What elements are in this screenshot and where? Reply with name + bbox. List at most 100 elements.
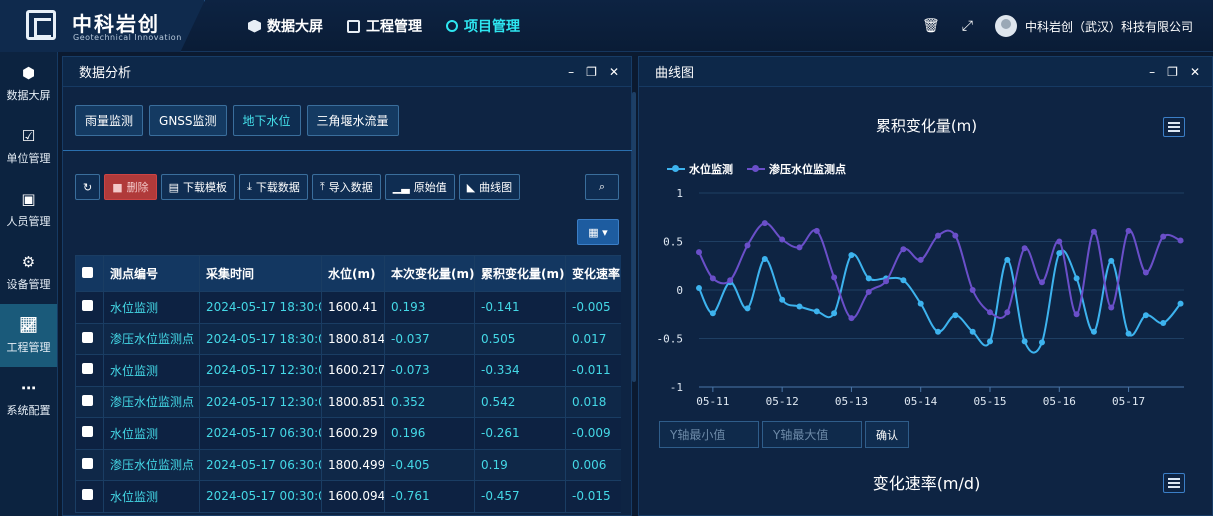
line-chart: 1 0.5 0 -0.5 -1 05-11 05-12 05-13 05-14 05-15 05-1… bbox=[657, 187, 1184, 408]
curve-chart-button[interactable]: ◣ 曲线图 bbox=[458, 174, 521, 200]
minimize-icon[interactable]: – bbox=[1149, 65, 1155, 79]
table-row[interactable]: 水位监测 2024-05-17 18:30:01 1600.41 0.193 -… bbox=[75, 291, 621, 324]
y-min-input[interactable]: Y轴最小值 bbox=[659, 421, 759, 448]
table-cell: 0.018 bbox=[565, 385, 621, 418]
column-toggle-button[interactable]: ▦ ▾ bbox=[577, 219, 619, 245]
hamburger-icon bbox=[1168, 478, 1180, 480]
column-header[interactable]: 测点编号 bbox=[103, 255, 200, 292]
data-point bbox=[1004, 309, 1011, 316]
row-checkbox[interactable] bbox=[75, 322, 104, 355]
sidebar-item-devices[interactable]: ⚙ 设备管理 bbox=[0, 241, 57, 304]
row-checkbox[interactable] bbox=[75, 480, 104, 513]
download-template-button[interactable]: ▤ 下载模板 bbox=[160, 174, 236, 200]
column-header[interactable]: 本次变化量(m) bbox=[384, 255, 475, 292]
row-checkbox[interactable] bbox=[75, 291, 104, 324]
table-cell: 水位监测 bbox=[103, 291, 200, 324]
table-cell: 0.006 bbox=[565, 448, 621, 481]
data-point bbox=[1142, 312, 1149, 319]
refresh-button[interactable]: ↻ bbox=[75, 174, 101, 200]
data-point bbox=[1073, 311, 1080, 318]
table-cell: 渗压水位监测点 bbox=[103, 385, 200, 418]
close-icon[interactable]: ✕ bbox=[1190, 65, 1200, 79]
row-checkbox[interactable] bbox=[75, 385, 104, 418]
table-cell: -0.015 bbox=[565, 480, 621, 513]
data-point bbox=[1038, 339, 1045, 346]
restore-icon[interactable]: ❐ bbox=[586, 65, 597, 79]
scrollbar[interactable] bbox=[632, 92, 636, 382]
data-point bbox=[813, 308, 820, 315]
data-point bbox=[1125, 330, 1132, 337]
data-point bbox=[831, 274, 838, 281]
table-cell: 0.352 bbox=[384, 385, 475, 418]
table-row[interactable]: 水位监测 2024-05-17 00:30:01 1600.094 -0.761… bbox=[75, 480, 621, 513]
sidebar-item-settings[interactable]: ⋯ 系统配置 bbox=[0, 367, 57, 430]
trash-icon[interactable]: 🗑︎ bbox=[922, 18, 940, 34]
panel-header: 数据分析 – ❐ ✕ bbox=[63, 57, 631, 87]
table-cell: -0.011 bbox=[565, 354, 621, 387]
sidebar-item-personnel[interactable]: ▣ 人员管理 bbox=[0, 178, 57, 241]
data-point bbox=[1021, 338, 1028, 345]
table-cell: 2024-05-17 12:30:01 bbox=[199, 354, 322, 387]
data-point bbox=[1177, 300, 1184, 307]
x-tick-label: 05-13 bbox=[835, 395, 868, 408]
tab-weir-flow[interactable]: 三角堰水流量 bbox=[306, 105, 399, 136]
row-checkbox[interactable] bbox=[75, 448, 104, 481]
legend-item[interactable]: 渗压水位监测点 bbox=[747, 161, 846, 177]
user-menu[interactable]: 中科岩创（武汉）科技有限公司 bbox=[994, 15, 1193, 37]
delete-button[interactable]: ■ 删除 bbox=[104, 174, 157, 200]
table-cell: 水位监测 bbox=[103, 480, 200, 513]
fullscreen-icon[interactable]: ⤢ bbox=[962, 18, 973, 34]
column-header[interactable]: 水位(m) bbox=[321, 255, 385, 292]
column-header[interactable]: 采集时间 bbox=[199, 255, 322, 292]
table-cell: 水位监测 bbox=[103, 417, 200, 450]
table-row[interactable]: 水位监测 2024-05-17 12:30:01 1600.217 -0.073… bbox=[75, 354, 621, 387]
chart-menu-button[interactable] bbox=[1163, 117, 1185, 137]
topnav-dashboard[interactable]: 数据大屏 bbox=[248, 16, 323, 36]
raw-values-button[interactable]: ▁▃ 原始值 bbox=[384, 174, 455, 200]
data-point bbox=[883, 278, 890, 285]
file-icon: ▤ bbox=[168, 180, 180, 194]
search-button[interactable]: ⌕ bbox=[585, 174, 619, 200]
tab-groundwater[interactable]: 地下水位 bbox=[232, 105, 301, 136]
table-row[interactable]: 渗压水位监测点 2024-05-17 18:30:01 1800.814 -0.… bbox=[75, 322, 621, 355]
y-tick-label: 0.5 bbox=[663, 236, 683, 249]
select-all-checkbox[interactable] bbox=[75, 255, 104, 292]
sidebar-item-units[interactable]: ☑ 单位管理 bbox=[0, 115, 57, 178]
table-cell: 1600.094 bbox=[321, 480, 385, 513]
sidebar-item-engineering[interactable]: 📈︎ 工程管理 bbox=[0, 304, 57, 367]
column-header[interactable]: 变化速率 bbox=[565, 255, 621, 292]
topnav-project[interactable]: 项目管理 bbox=[446, 16, 520, 36]
data-point bbox=[935, 328, 942, 335]
legend-item[interactable]: 水位监测 bbox=[667, 161, 733, 177]
chart2-menu-button[interactable] bbox=[1163, 473, 1185, 493]
legend-marker bbox=[667, 165, 685, 172]
user-card-icon: ▣ bbox=[21, 190, 36, 208]
row-checkbox[interactable] bbox=[75, 417, 104, 450]
data-point bbox=[1160, 233, 1167, 240]
data-point bbox=[779, 236, 786, 243]
data-point bbox=[1056, 250, 1063, 257]
topnav-engineering[interactable]: 工程管理 bbox=[347, 16, 422, 36]
table-cell: 2024-05-17 18:30:01 bbox=[199, 291, 322, 324]
sidebar-item-dashboard[interactable]: ⬢ 数据大屏 bbox=[0, 52, 57, 115]
data-point bbox=[696, 285, 702, 292]
y-max-input[interactable]: Y轴最大值 bbox=[762, 421, 862, 448]
table-cell: 渗压水位监测点 bbox=[103, 322, 200, 355]
image-icon bbox=[347, 19, 360, 33]
minimize-icon[interactable]: – bbox=[568, 65, 574, 79]
column-header[interactable]: 累积变化量(m) bbox=[474, 255, 566, 292]
row-checkbox[interactable] bbox=[75, 354, 104, 387]
table-cell: 1800.499 bbox=[321, 448, 385, 481]
confirm-button[interactable]: 确认 bbox=[865, 421, 909, 448]
close-icon[interactable]: ✕ bbox=[609, 65, 619, 79]
table-cell: 水位监测 bbox=[103, 354, 200, 387]
tab-gnss[interactable]: GNSS监测 bbox=[149, 105, 227, 136]
table-row[interactable]: 渗压水位监测点 2024-05-17 06:30:01 1800.499 -0.… bbox=[75, 448, 621, 481]
table-cell: 1600.41 bbox=[321, 291, 385, 324]
tab-rainfall[interactable]: 雨量监测 bbox=[75, 105, 144, 136]
table-row[interactable]: 渗压水位监测点 2024-05-17 12:30:01 1800.851 0.3… bbox=[75, 385, 621, 418]
import-data-button[interactable]: ⤒ 导入数据 bbox=[311, 174, 381, 200]
table-row[interactable]: 水位监测 2024-05-17 06:30:01 1600.29 0.196 -… bbox=[75, 417, 621, 450]
download-data-button[interactable]: ⤓ 下载数据 bbox=[239, 174, 308, 200]
restore-icon[interactable]: ❐ bbox=[1167, 65, 1178, 79]
